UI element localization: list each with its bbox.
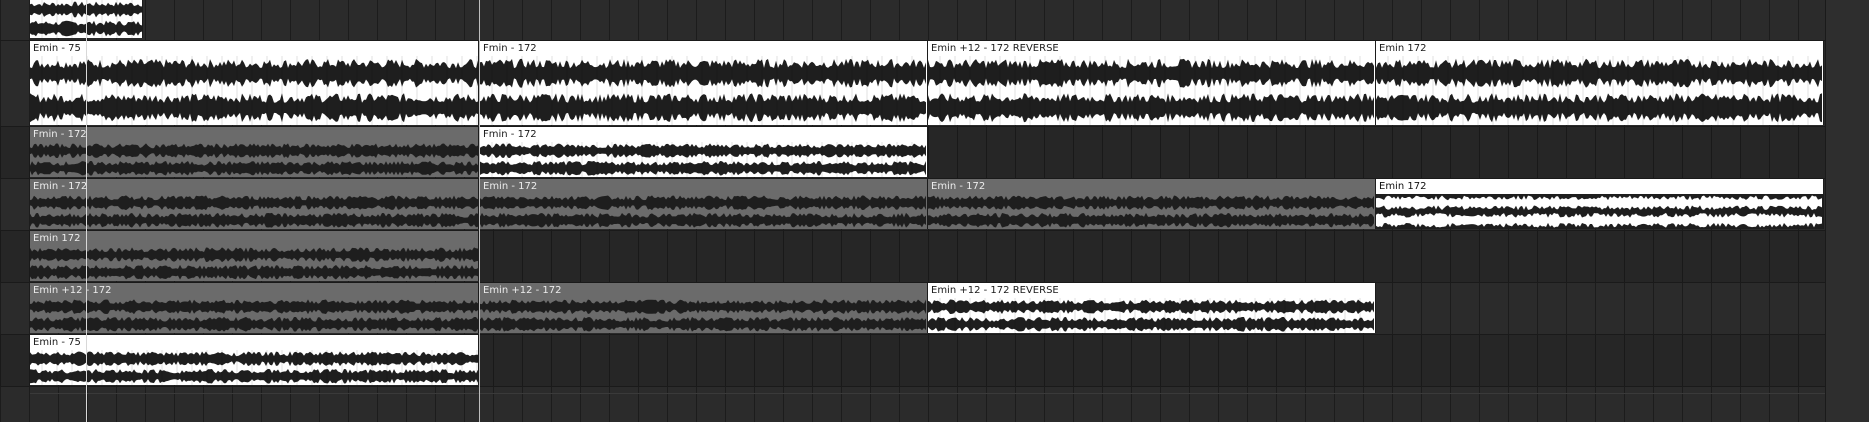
audio-clip[interactable]: Emin 172 [30, 231, 479, 281]
clip-label: Fmin - 172 [483, 129, 537, 140]
audio-clip[interactable]: Emin - 172 [480, 179, 928, 229]
audio-clip[interactable]: Emin +12 - 172 REVERSE [928, 283, 1376, 333]
playhead-marker[interactable] [86, 0, 87, 422]
clip-label: Emin 172 [33, 233, 81, 244]
audio-clip[interactable]: Emin 172 [1376, 179, 1824, 229]
waveform [480, 194, 927, 229]
audio-clip[interactable]: Emin +12 - 172 [480, 283, 928, 333]
clip-label: Emin +12 - 172 [483, 285, 562, 296]
waveform [30, 194, 478, 229]
clip-label: Emin - 75 [33, 43, 81, 54]
clip-label: Emin - 172 [483, 181, 538, 192]
audio-clip[interactable]: Emin - 172 [928, 179, 1376, 229]
waveform [30, 350, 478, 385]
waveform [30, 56, 478, 125]
clip-label: Emin 172 [1379, 43, 1427, 54]
waveform [30, 298, 478, 333]
clip-label: Emin +12 - 172 [33, 285, 112, 296]
waveform [928, 56, 1375, 125]
clip-label: Emin +12 - 172 REVERSE [931, 285, 1059, 296]
waveform [480, 56, 927, 125]
clip-label: Fmin - 172 [33, 129, 87, 140]
waveform [1376, 194, 1823, 229]
waveform [928, 298, 1375, 333]
audio-clip[interactable]: Fmin - 172 [480, 41, 928, 125]
audio-clip[interactable]: Emin - 75 [30, 41, 479, 125]
clip-label: Emin 172 [1376, 179, 1823, 194]
loop-end-marker[interactable] [479, 0, 480, 422]
arrangement-view[interactable]: Emin - 75 Fmin - 172 Emin +12 - 172 REVE… [0, 0, 1869, 422]
clip-label: Emin - 172 [33, 181, 88, 192]
clip-label: Emin - 75 [33, 337, 81, 348]
audio-clip[interactable]: Emin +12 - 172 REVERSE [928, 41, 1376, 125]
waveform [30, 246, 478, 281]
audio-clip[interactable]: Emin - 172 [30, 179, 479, 229]
clip-label: Fmin - 172 [483, 43, 537, 54]
clip-label: Emin +12 - 172 REVERSE [931, 43, 1059, 54]
bottom-rule [30, 393, 1825, 394]
audio-clip[interactable]: Fmin - 172 [30, 127, 479, 177]
audio-clip[interactable]: Emin +12 - 172 [30, 283, 479, 333]
waveform [30, 142, 478, 177]
waveform [480, 298, 927, 333]
right-panel [1825, 0, 1869, 422]
audio-clip[interactable]: Emin 172 [1376, 41, 1824, 125]
waveform [928, 194, 1375, 229]
audio-clip[interactable]: Fmin - 172 [480, 127, 928, 177]
waveform [480, 142, 927, 177]
audio-clip[interactable]: Emin - 75 [30, 335, 479, 385]
track-lane-1[interactable] [0, 0, 1869, 40]
waveform [1376, 56, 1823, 125]
clip-label: Emin - 172 [931, 181, 986, 192]
